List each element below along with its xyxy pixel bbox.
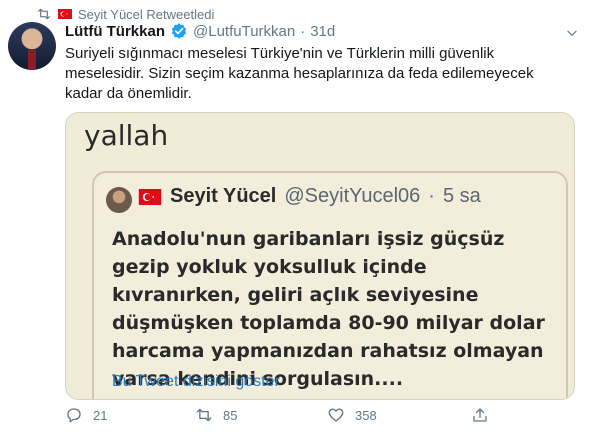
retweet-icon: [38, 8, 50, 20]
reply-count: 21: [93, 407, 108, 423]
retweet-count: 85: [223, 407, 238, 423]
reply-icon: [67, 408, 81, 423]
like-count: 358: [355, 407, 377, 423]
media-caption: yallah: [84, 119, 169, 152]
verified-badge-icon: [171, 23, 187, 39]
retweet-label: Seyit Yücel Retweetledi: [78, 6, 215, 22]
author-name[interactable]: Lütfü Türkkan: [65, 23, 165, 40]
avatar[interactable]: [8, 22, 56, 70]
share-icon: [473, 408, 487, 422]
tweet-header: Lütfü Türkkan @LutfuTurkkan · 31d: [65, 22, 335, 40]
quoted-author-name: Seyit Yücel: [170, 185, 277, 207]
quoted-avatar: [106, 187, 132, 213]
like-button[interactable]: 358: [327, 406, 377, 424]
chevron-down-icon[interactable]: [565, 26, 579, 40]
author-handle[interactable]: @LutfuTurkkan: [193, 23, 295, 40]
quoted-separator-dot: ·: [428, 185, 435, 207]
tweet-time[interactable]: 31d: [310, 23, 335, 40]
turkey-flag-icon: [138, 188, 162, 205]
retweet-button[interactable]: 85: [195, 406, 237, 424]
reply-button[interactable]: 21: [65, 406, 107, 424]
tweet-media-image[interactable]: yallah Seyit Yücel @SeyitYucel06 · 5 sa …: [65, 112, 575, 400]
share-button[interactable]: [471, 406, 489, 424]
tweet-actions: 21 85 358: [65, 406, 505, 426]
retweet-icon: [196, 408, 212, 422]
separator-dot: ·: [300, 22, 306, 40]
quoted-text: Anadolu'nun garibanları işsiz güçsüz gez…: [112, 228, 545, 390]
like-icon: [328, 408, 344, 422]
turkey-flag-icon: [58, 9, 72, 19]
tweet-text: Suriyeli sığınmacı meselesi Türkiye'nin …: [65, 45, 534, 102]
quoted-time: 5 sa: [442, 185, 481, 207]
show-thread-link: Bu Tweet dizisini göster: [112, 373, 280, 390]
quoted-author-handle: @SeyitYucel06: [284, 185, 421, 207]
retweet-context[interactable]: Seyit Yücel Retweetledi: [36, 6, 214, 22]
quoted-tweet[interactable]: Seyit Yücel @SeyitYucel06 · 5 sa Anadolu…: [92, 171, 568, 399]
quoted-header: Seyit Yücel @SeyitYucel06 · 5 sa: [138, 185, 481, 208]
